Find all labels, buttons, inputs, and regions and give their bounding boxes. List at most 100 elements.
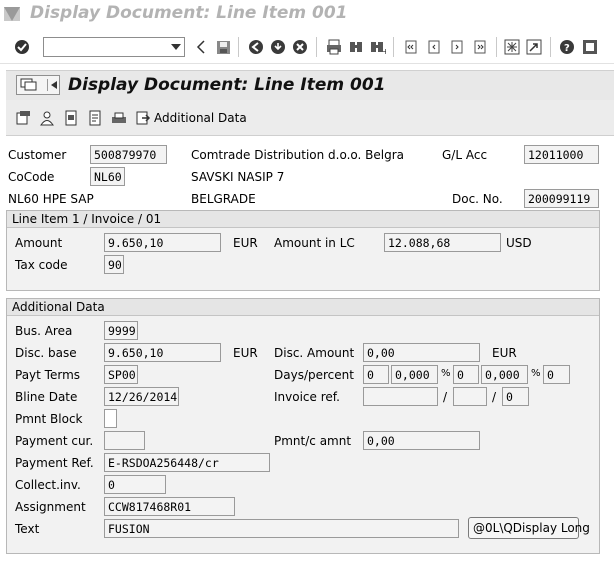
menu-icon xyxy=(20,78,37,91)
text-label: Text xyxy=(15,522,40,536)
new-session-icon[interactable] xyxy=(503,38,521,56)
additional-data-group: Additional Data xyxy=(6,298,600,554)
overview-icon[interactable] xyxy=(86,109,104,127)
bline-date-label: Bline Date xyxy=(15,390,78,404)
payt-terms-field[interactable]: SP00 xyxy=(104,365,138,384)
payt-terms-label: Payt Terms xyxy=(15,368,81,382)
disc-base-field[interactable]: 9.650,10 xyxy=(104,343,221,362)
collect-inv-field[interactable]: 0 xyxy=(104,475,166,494)
amount-lc-label: Amount in LC xyxy=(274,236,355,250)
amount-lc-field[interactable]: 12.088,68 xyxy=(384,233,501,252)
company-name: NL60 HPE SAP xyxy=(8,192,94,206)
bus-area-label: Bus. Area xyxy=(15,324,73,338)
disc-amount-currency: EUR xyxy=(492,346,517,360)
payment-ref-label: Payment Ref. xyxy=(15,456,94,470)
screen-title: Display Document: Line Item 001 xyxy=(68,75,386,95)
days3-field[interactable]: 0 xyxy=(543,365,570,384)
first-page-icon[interactable] xyxy=(402,38,420,56)
disc-base-label: Disc. base xyxy=(15,346,77,360)
days1-field[interactable]: 0 xyxy=(363,365,389,384)
back-icon[interactable] xyxy=(247,38,265,56)
save-icon[interactable] xyxy=(214,38,232,56)
gl-acc-label: G/L Acc xyxy=(442,148,488,162)
cocode-field[interactable]: NL60 xyxy=(90,167,125,186)
city: BELGRADE xyxy=(191,192,256,206)
doc-no-label: Doc. No. xyxy=(452,192,503,206)
customer-label: Customer xyxy=(8,148,67,162)
payment-cur-label: Payment cur. xyxy=(15,434,94,448)
assignment-label: Assignment xyxy=(15,500,86,514)
invoice-ref-label: Invoice ref. xyxy=(274,390,340,404)
customize-layout-icon[interactable] xyxy=(581,38,599,56)
bline-date-field[interactable]: 12/26/2014 xyxy=(104,387,179,406)
invoice-ref-year-field[interactable] xyxy=(453,387,487,406)
pmnt-c-amnt-field[interactable]: 0,00 xyxy=(363,431,480,450)
previous-page-icon[interactable] xyxy=(425,38,443,56)
disc-base-currency: EUR xyxy=(233,346,258,360)
sap-logo-icon xyxy=(4,7,20,21)
pmnt-c-amnt-label: Pmnt/c amnt xyxy=(274,434,352,448)
document-header-icon[interactable] xyxy=(14,109,32,127)
screen-title-bar: Display Document: Line Item 001 xyxy=(6,70,614,100)
next-page-icon[interactable] xyxy=(448,38,466,56)
doc-no-field[interactable]: 200099119 xyxy=(524,189,599,208)
text-field[interactable]: FUSION xyxy=(104,519,459,538)
days2-field[interactable]: 0 xyxy=(453,365,479,384)
amount-currency: EUR xyxy=(233,236,258,250)
caret-icon xyxy=(51,81,57,89)
svg-text:?: ? xyxy=(564,43,570,54)
percent1-sign: % xyxy=(441,368,451,379)
back-triangle-icon[interactable] xyxy=(192,38,210,56)
amount-label: Amount xyxy=(15,236,63,250)
exit-icon[interactable] xyxy=(269,38,287,56)
pmnt-block-field[interactable] xyxy=(104,409,117,428)
cocode-label: CoCode xyxy=(8,170,55,184)
invoice-ref-field[interactable] xyxy=(363,387,438,406)
tax-code-field[interactable]: 90 xyxy=(104,255,124,274)
invoice-ref-slash-2: / xyxy=(492,390,497,404)
gl-acc-field[interactable]: 12011000 xyxy=(524,145,599,164)
help-icon[interactable]: ? xyxy=(558,38,576,56)
payment-cur-field[interactable] xyxy=(104,431,145,450)
command-field[interactable] xyxy=(43,37,185,57)
payment-ref-field[interactable]: E-RSDOA256448/cr xyxy=(104,453,270,472)
cancel-icon[interactable] xyxy=(291,38,309,56)
find-next-icon[interactable]: + xyxy=(369,38,387,56)
display-long-text-button[interactable]: @0L\QDisplay Long xyxy=(468,517,590,539)
amount-lc-currency: USD xyxy=(506,236,532,250)
print-preview-icon[interactable] xyxy=(110,109,128,127)
pmnt-block-label: Pmnt Block xyxy=(15,412,83,426)
window-title: Display Document: Line Item 001 xyxy=(30,3,348,23)
percent2-field[interactable]: 0,000 xyxy=(481,365,528,384)
percent1-field[interactable]: 0,000 xyxy=(391,365,438,384)
last-page-icon[interactable] xyxy=(471,38,489,56)
amount-field[interactable]: 9.650,10 xyxy=(104,233,221,252)
street: SAVSKI NASIP 7 xyxy=(191,170,285,184)
line-item-group: Line Item 1 / Invoice / 01 xyxy=(6,210,600,291)
svg-text:+: + xyxy=(382,47,386,55)
print-icon[interactable] xyxy=(325,38,343,56)
invoice-ref-slash-1: / xyxy=(443,390,448,404)
disc-amount-field[interactable]: 0,00 xyxy=(363,343,480,362)
additional-data-heading: Additional Data xyxy=(7,299,599,316)
tax-code-label: Tax code xyxy=(15,258,68,272)
enter-icon[interactable] xyxy=(13,38,31,56)
line-item-heading: Line Item 1 / Invoice / 01 xyxy=(7,211,599,228)
invoice-ref-item-field[interactable]: 0 xyxy=(502,387,529,406)
days-percent-label: Days/percent xyxy=(274,368,354,382)
menu-button[interactable] xyxy=(16,75,60,95)
find-icon[interactable] xyxy=(347,38,365,56)
disc-amount-label: Disc. Amount xyxy=(274,346,355,360)
customer-name: Comtrade Distribution d.o.o. Belgra xyxy=(191,148,405,162)
bus-area-field[interactable]: 9999 xyxy=(104,321,138,340)
customer-icon[interactable] xyxy=(38,109,56,127)
additional-data-button[interactable]: Additional Data xyxy=(154,111,247,125)
collect-inv-label: Collect.inv. xyxy=(15,478,81,492)
assignment-field[interactable]: CCW817468R01 xyxy=(104,497,235,516)
customer-field[interactable]: 500879970 xyxy=(90,145,167,164)
percent2-sign: % xyxy=(531,368,541,379)
create-shortcut-icon[interactable] xyxy=(525,38,543,56)
chevron-down-icon[interactable] xyxy=(171,44,181,50)
additional-data-icon[interactable] xyxy=(134,109,152,127)
document-icon[interactable] xyxy=(62,109,80,127)
